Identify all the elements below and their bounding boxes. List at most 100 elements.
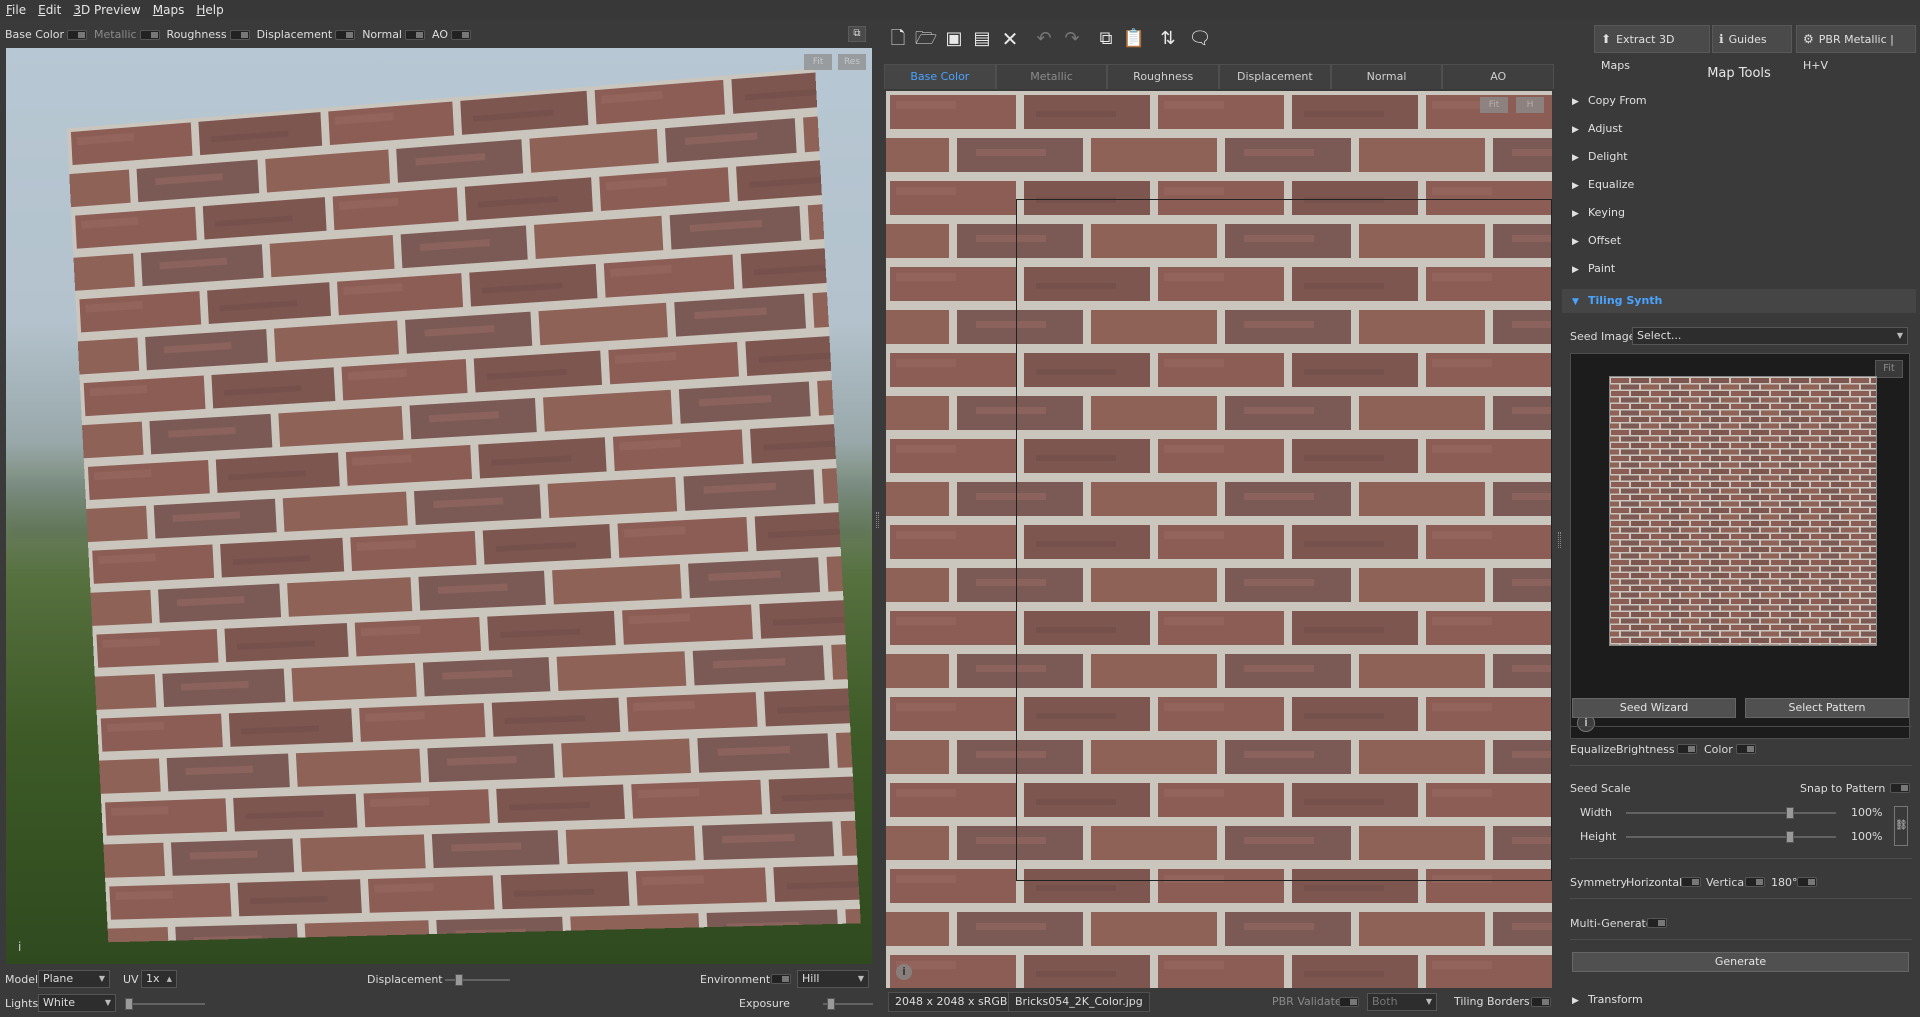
color-toggle[interactable] xyxy=(1736,744,1756,754)
viewport-info-icon[interactable]: i xyxy=(18,940,21,954)
channel-roughness[interactable]: Roughness xyxy=(167,28,250,41)
tab-base-color[interactable]: Base Color xyxy=(884,64,996,89)
generate-button[interactable]: Generate xyxy=(1572,952,1909,972)
section-transform[interactable]: ▶ Transform xyxy=(1562,988,1916,1012)
copy-icon[interactable]: ⧉ xyxy=(1092,25,1120,53)
paste-icon[interactable]: 📋 xyxy=(1120,25,1148,53)
slider-knob[interactable] xyxy=(455,974,463,986)
model-select[interactable]: Plane ▼ xyxy=(38,970,110,988)
map-tabs: Base Color Metallic Roughness Displaceme… xyxy=(884,64,1555,89)
pbr-validate-toggle[interactable] xyxy=(1339,997,1359,1007)
info-icon: ℹ xyxy=(1719,32,1724,46)
tiling-borders-toggle[interactable] xyxy=(1531,997,1551,1007)
environment-select[interactable]: Hill ▼ xyxy=(797,970,869,988)
slider-knob[interactable] xyxy=(125,998,133,1010)
pbr-mode-button[interactable]: ⚙ PBR Metallic | H+V xyxy=(1796,25,1916,72)
popout-icon[interactable]: ⧉ xyxy=(848,26,866,42)
vertical-label: Vertical xyxy=(1706,876,1748,889)
open-folder-icon[interactable]: 🗁 xyxy=(912,25,940,53)
section-paint[interactable]: ▶ Paint xyxy=(1562,257,1916,281)
tab-normal[interactable]: Normal xyxy=(1330,64,1443,89)
reset-button[interactable]: Res xyxy=(838,54,866,70)
tab-ao[interactable]: AO xyxy=(1442,64,1555,89)
tiling-borders-label: Tiling Borders xyxy=(1454,995,1530,1008)
uv-spinbox[interactable]: 1x ▲ xyxy=(141,970,177,988)
slider-knob[interactable] xyxy=(1786,831,1794,843)
select-pattern-button[interactable]: Select Pattern xyxy=(1745,698,1909,718)
rotate-180-toggle[interactable] xyxy=(1797,877,1817,887)
spin-arrows-icon[interactable]: ▲ xyxy=(167,971,172,987)
channel-displacement[interactable]: Displacement xyxy=(257,28,356,41)
width-slider[interactable] xyxy=(1626,807,1836,819)
chevron-down-icon: ▼ xyxy=(104,998,111,1007)
tab-metallic[interactable]: Metallic xyxy=(995,64,1108,89)
channel-normal[interactable]: Normal xyxy=(362,28,425,41)
fit-button[interactable]: Fit xyxy=(804,54,832,70)
swap-icon[interactable]: ⇅ xyxy=(1154,25,1182,53)
redo-icon[interactable]: ↷ xyxy=(1058,25,1086,53)
info-icon[interactable]: i xyxy=(896,964,912,980)
slider-knob[interactable] xyxy=(1786,807,1794,819)
brightness-toggle[interactable] xyxy=(1677,744,1697,754)
3d-viewport[interactable]: Fit Res i xyxy=(6,48,872,964)
height-slider[interactable] xyxy=(1626,831,1836,843)
divider xyxy=(1570,765,1912,766)
splitter-handle[interactable] xyxy=(1558,532,1561,548)
menu-help[interactable]: Help xyxy=(196,3,223,17)
toggle[interactable] xyxy=(139,29,160,40)
seed-fit-button[interactable]: Fit xyxy=(1875,360,1903,378)
toggle[interactable] xyxy=(405,29,425,40)
displacement-slider[interactable] xyxy=(445,974,510,986)
environment-toggle[interactable] xyxy=(771,974,791,984)
both-select[interactable]: Both ▼ xyxy=(1367,993,1437,1011)
save-icon[interactable]: ▣ xyxy=(940,25,968,53)
section-tiling-synth[interactable]: ▼ Tiling Synth xyxy=(1562,289,1916,313)
snap-to-pattern-toggle[interactable] xyxy=(1890,783,1910,793)
comment-icon[interactable]: 🗨 xyxy=(1186,25,1214,53)
section-delight[interactable]: ▶ Delight xyxy=(1562,145,1916,169)
section-copy-from[interactable]: ▶ Copy From xyxy=(1562,89,1916,113)
section-equalize[interactable]: ▶ Equalize xyxy=(1562,173,1916,197)
tab-roughness[interactable]: Roughness xyxy=(1107,64,1220,89)
close-icon[interactable]: ✕ xyxy=(996,25,1024,53)
menu-edit[interactable]: Edit xyxy=(38,3,61,17)
section-offset[interactable]: ▶ Offset xyxy=(1562,229,1916,253)
menu-maps[interactable]: Maps xyxy=(153,3,185,17)
vertical-toggle[interactable] xyxy=(1745,877,1765,887)
link-icon[interactable]: ⛓ xyxy=(1894,806,1908,846)
toggle[interactable] xyxy=(335,29,356,40)
tab-displacement[interactable]: Displacement xyxy=(1219,64,1331,89)
seed-wizard-button[interactable]: Seed Wizard xyxy=(1572,698,1736,718)
menu-file[interactable]: File xyxy=(6,3,26,17)
toggle[interactable] xyxy=(67,29,88,40)
new-file-icon[interactable]: 🗋 xyxy=(884,25,912,53)
lights-slider[interactable] xyxy=(125,998,205,1010)
section-adjust[interactable]: ▶ Adjust xyxy=(1562,117,1916,141)
exposure-label: Exposure xyxy=(739,997,790,1010)
fit-button[interactable]: Fit xyxy=(1480,97,1508,113)
toggle[interactable] xyxy=(451,29,471,40)
save-all-icon[interactable]: ▤ xyxy=(968,25,996,53)
undo-icon[interactable]: ↶ xyxy=(1030,25,1058,53)
slider-knob[interactable] xyxy=(827,998,835,1010)
extract-3d-maps-button[interactable]: ⬆ Extract 3D Maps xyxy=(1594,25,1710,72)
seed-image-select[interactable]: Select... ▼ xyxy=(1632,327,1908,345)
lights-select[interactable]: White ▼ xyxy=(38,994,116,1012)
exposure-slider[interactable] xyxy=(823,998,873,1010)
horizontal-toggle[interactable] xyxy=(1681,877,1701,887)
splitter-handle[interactable] xyxy=(876,512,879,528)
guides-button[interactable]: ℹ Guides xyxy=(1712,25,1792,53)
menu-3d-preview[interactable]: 3D Preview xyxy=(73,3,140,17)
channel-metallic[interactable]: Metallic xyxy=(94,28,160,41)
section-keying[interactable]: ▶ Keying xyxy=(1562,201,1916,225)
seed-preview[interactable]: Fit i xyxy=(1570,353,1910,739)
seed-thumbnail xyxy=(1609,376,1877,646)
tiling-selection-rect[interactable] xyxy=(1016,199,1552,881)
2d-texture-view[interactable]: Fit H i xyxy=(886,91,1552,988)
height-value: 100% xyxy=(1851,830,1883,843)
h-button[interactable]: H xyxy=(1516,97,1544,113)
channel-base-color[interactable]: Base Color xyxy=(5,28,88,41)
toggle[interactable] xyxy=(229,29,250,40)
multi-generate-toggle[interactable] xyxy=(1647,918,1667,928)
channel-ao[interactable]: AO xyxy=(432,28,471,41)
